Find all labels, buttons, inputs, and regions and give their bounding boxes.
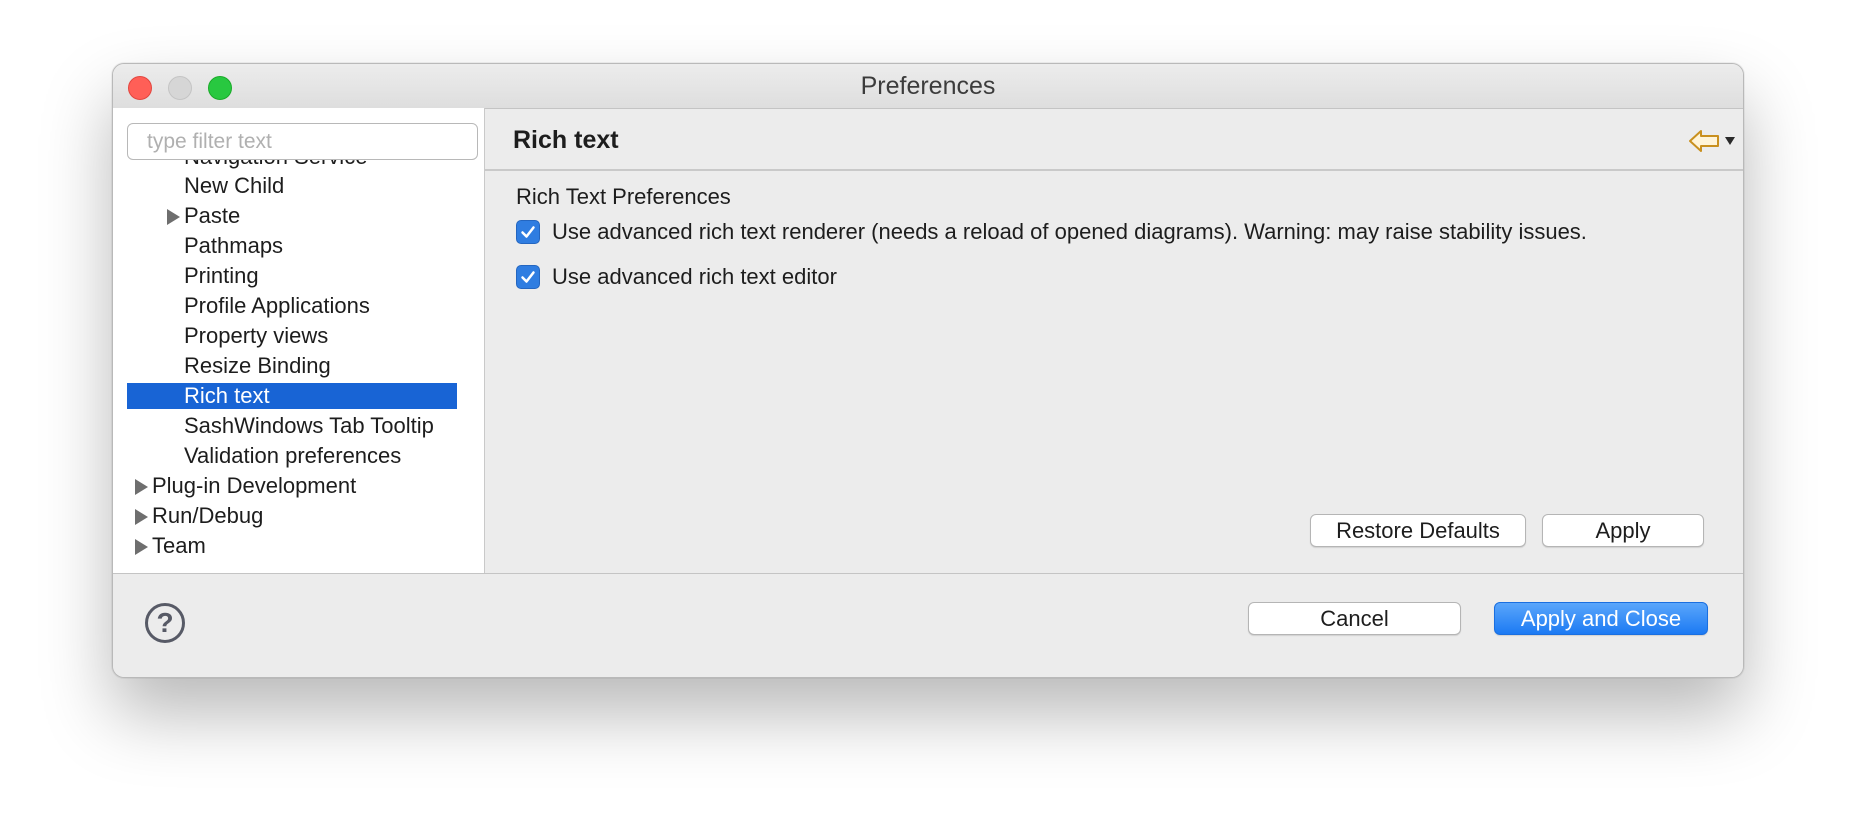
tree-item[interactable]: Pathmaps: [127, 233, 457, 259]
page-title: Rich text: [513, 126, 619, 154]
advanced-renderer-checkbox[interactable]: [516, 220, 540, 244]
preference-tree-pane: Navigation Service New Child Paste Pathm…: [113, 108, 485, 573]
tree-item-label: New Child: [184, 173, 285, 198]
tree-item-label: Validation preferences: [184, 443, 402, 468]
tree-item-label: Run/Debug: [152, 503, 264, 528]
tree-item-selected[interactable]: Rich text: [127, 383, 457, 409]
back-arrow-icon[interactable]: [1688, 128, 1720, 154]
tree-item-label: Team: [152, 533, 206, 558]
title-bar[interactable]: Preferences: [113, 64, 1743, 109]
advanced-renderer-label: Use advanced rich text renderer (needs a…: [552, 219, 1587, 244]
tree-item[interactable]: Property views: [127, 323, 457, 349]
tree-item-label: Paste: [184, 203, 241, 228]
tree-item[interactable]: Printing: [127, 263, 457, 289]
tree-item-label: Property views: [184, 323, 329, 348]
apply-and-close-button[interactable]: Apply and Close: [1494, 602, 1708, 635]
tree-item-label: Profile Applications: [184, 293, 370, 318]
apply-button[interactable]: Apply: [1542, 514, 1704, 547]
tree-item[interactable]: Paste: [127, 203, 457, 229]
restore-defaults-button[interactable]: Restore Defaults: [1310, 514, 1526, 547]
tree-item-label: Plug-in Development: [152, 473, 357, 498]
expand-triangle-icon[interactable]: [135, 509, 148, 525]
expand-triangle-icon[interactable]: [167, 209, 180, 225]
tree-item[interactable]: Plug-in Development: [127, 473, 457, 499]
tree-item[interactable]: Profile Applications: [127, 293, 457, 319]
preference-page: Rich text Rich Text Preferences Use adva…: [485, 108, 1743, 573]
page-header: Rich text: [485, 108, 1743, 171]
window-title: Preferences: [860, 72, 996, 100]
checkmark-icon: [521, 271, 535, 283]
tree-item-label: SashWindows Tab Tooltip: [184, 413, 434, 438]
cancel-button[interactable]: Cancel: [1248, 602, 1461, 635]
tree-item[interactable]: Run/Debug: [127, 503, 457, 529]
tree-item[interactable]: Team: [127, 533, 457, 559]
advanced-editor-label: Use advanced rich text editor: [552, 264, 837, 289]
section-title: Rich Text Preferences: [516, 184, 731, 209]
tree-item[interactable]: New Child: [127, 173, 457, 199]
expand-triangle-icon[interactable]: [135, 539, 148, 555]
tree-item[interactable]: Validation preferences: [127, 443, 457, 469]
expand-triangle-icon[interactable]: [135, 479, 148, 495]
tree-item[interactable]: SashWindows Tab Tooltip: [127, 413, 457, 439]
preference-tree[interactable]: Navigation Service New Child Paste Pathm…: [127, 153, 457, 573]
filter-input[interactable]: [127, 123, 478, 160]
dialog-footer: ? Cancel Apply and Close: [113, 573, 1743, 677]
back-history-dropdown-icon[interactable]: [1725, 137, 1735, 145]
tree-item-label: Printing: [184, 263, 259, 288]
tree-item[interactable]: Resize Binding: [127, 353, 457, 379]
help-icon[interactable]: ?: [145, 603, 185, 643]
advanced-editor-checkbox[interactable]: [516, 265, 540, 289]
tree-item-label: Rich text: [184, 383, 270, 408]
preferences-window: Preferences Navigation Service New Child…: [112, 63, 1744, 678]
tree-item-label: Resize Binding: [184, 353, 331, 378]
tree-item-label: Pathmaps: [184, 233, 284, 258]
checkmark-icon: [521, 226, 535, 238]
